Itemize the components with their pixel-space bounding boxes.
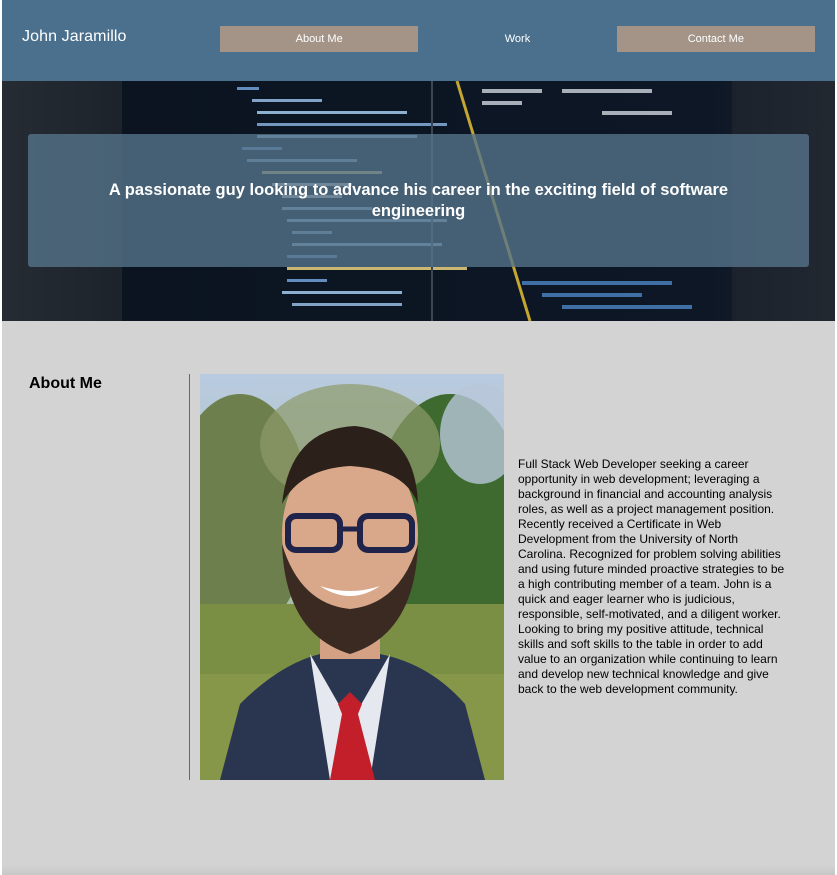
profile-photo (200, 374, 504, 780)
nav-link-work[interactable]: Work (418, 26, 617, 52)
site-brand[interactable]: John Jaramillo (22, 28, 127, 46)
nav-link-contact-me[interactable]: Contact Me (616, 26, 815, 52)
hero-banner: A passionate guy looking to advance his … (2, 81, 835, 321)
portrait-image (200, 374, 504, 780)
about-section: About Me Full Stack Web Developer seekin… (2, 321, 835, 875)
about-bio-text: Full Stack Web Developer seeking a caree… (518, 457, 785, 696)
nav-link-about-me[interactable]: About Me (220, 26, 419, 52)
main-nav: About Me Work Contact Me (220, 26, 815, 52)
hero-overlay-box: A passionate guy looking to advance his … (28, 134, 809, 267)
page: John Jaramillo About Me Work Contact Me (2, 0, 835, 875)
section-divider (189, 374, 190, 780)
section-bottom-shadow (2, 865, 835, 875)
about-heading: About Me (29, 375, 102, 392)
site-header: John Jaramillo About Me Work Contact Me (2, 0, 835, 81)
hero-tagline: A passionate guy looking to advance his … (108, 181, 729, 220)
